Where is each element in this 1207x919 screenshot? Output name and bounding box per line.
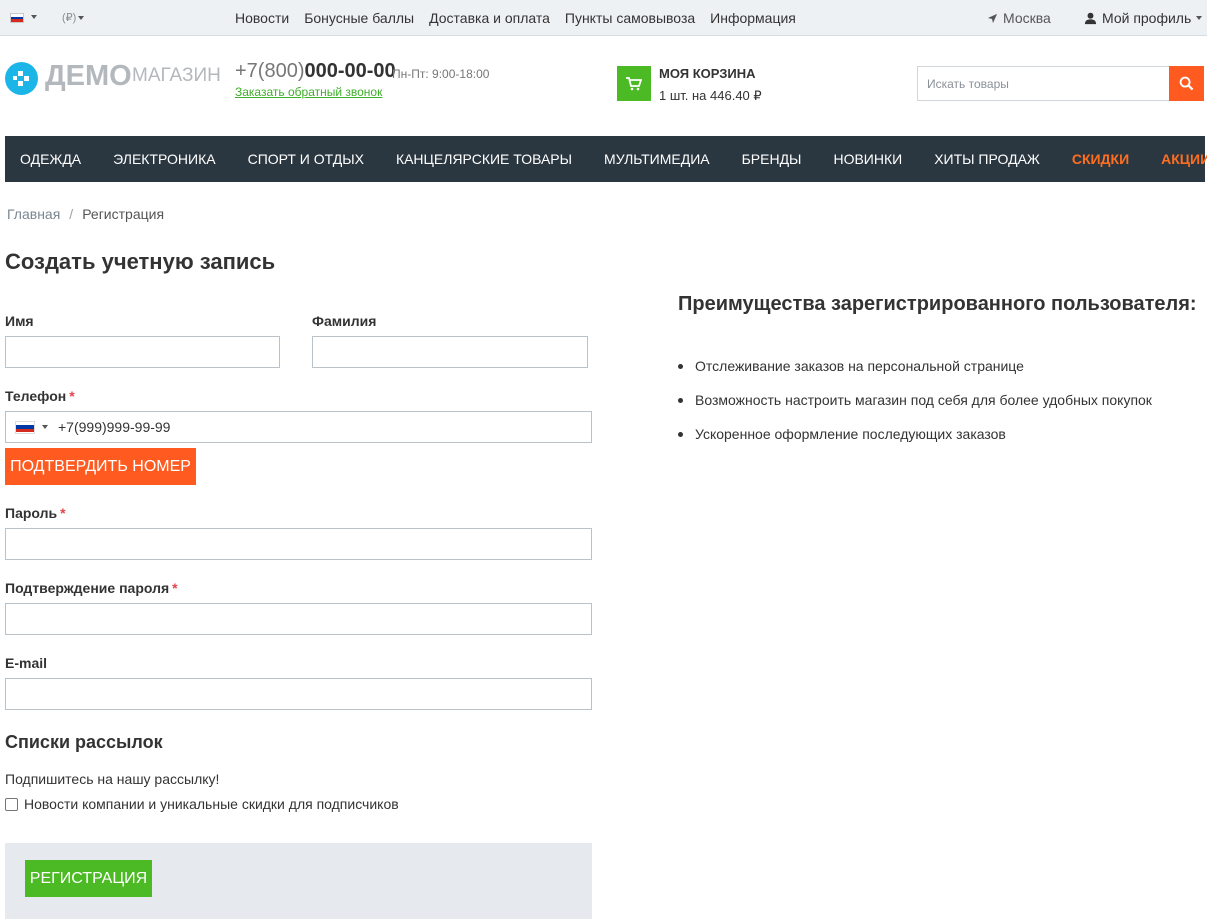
breadcrumb-separator: / — [69, 206, 74, 222]
currency-selector[interactable]: (₽) — [62, 11, 85, 24]
first-name-field[interactable] — [5, 336, 280, 368]
profile-label: Мой профиль — [1102, 10, 1192, 26]
password-label-text: Пароль — [5, 505, 58, 521]
nav-item-clothing[interactable]: ОДЕЖДА — [20, 151, 81, 167]
header-phone: +7(800)000-00-00 — [235, 60, 396, 83]
mailing-title: Списки рассылок — [5, 732, 163, 752]
password-confirm-field[interactable] — [5, 603, 592, 635]
currency-label: (₽) — [62, 12, 77, 24]
cart-title[interactable]: Моя корзина — [659, 66, 756, 81]
profile-menu[interactable]: Мой профиль — [1084, 10, 1203, 26]
password-confirm-label: Подтверждение пароля * — [5, 580, 178, 596]
submit-panel: Регистрация — [5, 843, 592, 919]
nav-item-multimedia[interactable]: МУЛЬТИМЕДИА — [604, 151, 710, 167]
nav-item-discounts[interactable]: СКИДКИ — [1072, 151, 1129, 167]
last-name-field[interactable] — [312, 336, 588, 368]
list-item: Отслеживание заказов на персональной стр… — [678, 358, 1152, 392]
callback-link[interactable]: Заказать обратный звонок — [235, 85, 382, 99]
phone-number: 000-00-00 — [304, 60, 396, 82]
search-icon — [1179, 76, 1194, 91]
logo-icon[interactable] — [5, 62, 38, 95]
top-bar: (₽) Новости Бонусные баллы Доставка и оп… — [0, 0, 1207, 36]
benefits-list: Отслеживание заказов на персональной стр… — [678, 358, 1152, 460]
password-field[interactable] — [5, 528, 592, 560]
list-item: Возможность настроить магазин под себя д… — [678, 392, 1152, 426]
top-link-bonus[interactable]: Бонусные баллы — [304, 10, 414, 26]
breadcrumb-home[interactable]: Главная — [7, 206, 60, 222]
first-name-label: Имя — [5, 313, 34, 329]
logo-text[interactable]: ДЕМО — [45, 60, 132, 93]
top-link-pickup[interactable]: Пункты самовывоза — [565, 10, 695, 26]
required-mark: * — [60, 505, 66, 521]
chevron-down-icon[interactable] — [42, 425, 48, 429]
city-selector[interactable]: Москва — [987, 10, 1051, 26]
password-confirm-label-text: Подтверждение пароля — [5, 580, 170, 596]
chevron-down-icon[interactable] — [31, 15, 37, 19]
logo-subtext: МАГАЗИН — [132, 65, 221, 86]
breadcrumb-current: Регистрация — [82, 206, 165, 222]
bullet-icon — [678, 364, 683, 369]
nav-item-bestsellers[interactable]: ХИТЫ ПРОДАЖ — [934, 151, 1040, 167]
benefit-text: Возможность настроить магазин под себя д… — [695, 392, 1152, 408]
phone-label-text: Телефон — [5, 388, 67, 404]
benefit-text: Ускоренное оформление последующих заказо… — [695, 426, 1006, 442]
list-item: Ускоренное оформление последующих заказо… — [678, 426, 1152, 460]
nav-item-stationery[interactable]: КАНЦЕЛЯРСКИЕ ТОВАРЫ — [396, 151, 572, 167]
newsletter-checkbox[interactable] — [5, 797, 18, 811]
breadcrumb: Главная / Регистрация — [7, 206, 164, 222]
top-link-delivery[interactable]: Доставка и оплата — [429, 10, 550, 26]
nav-item-sport[interactable]: СПОРТ И ОТДЫХ — [248, 151, 364, 167]
city-label: Москва — [1003, 10, 1051, 26]
nav-item-electronics[interactable]: ЭЛЕКТРОНИКА — [113, 151, 215, 167]
benefit-text: Отслеживание заказов на персональной стр… — [695, 358, 1024, 374]
search-button[interactable] — [1169, 66, 1204, 101]
search-input[interactable] — [917, 66, 1170, 101]
nav-item-brands[interactable]: БРЕНДЫ — [742, 151, 802, 167]
top-links: Новости Бонусные баллы Доставка и оплата… — [235, 10, 811, 26]
phone-prefix: +7(800) — [235, 60, 305, 82]
mailing-subtitle: Подпишитесь на нашу рассылку! — [5, 771, 220, 787]
top-link-news[interactable]: Новости — [235, 10, 289, 26]
phone-hours: Пн-Пт: 9:00-18:00 — [392, 67, 490, 81]
last-name-label: Фамилия — [312, 313, 377, 329]
password-label: Пароль * — [5, 505, 66, 521]
cart-summary: 1 шт. на 446.40 ₽ — [659, 88, 762, 103]
chevron-down-icon — [78, 16, 85, 21]
bullet-icon — [678, 432, 683, 437]
email-label: E-mail — [5, 655, 48, 671]
chevron-down-icon — [1196, 16, 1203, 20]
benefits-title: Преимущества зарегистрированного пользов… — [678, 293, 1197, 315]
shopping-cart-icon — [626, 76, 642, 90]
newsletter-checkbox-label[interactable]: Новости компании и уникальные скидки для… — [24, 796, 399, 812]
email-field[interactable] — [5, 678, 592, 710]
phone-input[interactable] — [58, 419, 558, 435]
confirm-phone-button[interactable]: Подтвердить номер — [5, 448, 196, 485]
phone-label: Телефон * — [5, 388, 75, 404]
page-title: Создать учетную запись — [5, 249, 276, 274]
russia-flag-icon[interactable] — [10, 13, 24, 23]
location-arrow-icon — [987, 13, 998, 23]
main-nav: ОДЕЖДА ЭЛЕКТРОНИКА СПОРТ И ОТДЫХ КАНЦЕЛЯ… — [5, 136, 1207, 182]
user-icon — [1084, 12, 1097, 24]
nav-item-new[interactable]: НОВИНКИ — [833, 151, 902, 167]
nav-item-promotions[interactable]: АКЦИИ — [1161, 151, 1207, 167]
register-button[interactable]: Регистрация — [25, 860, 152, 897]
newsletter-checkbox-row[interactable]: Новости компании и уникальные скидки для… — [5, 796, 399, 812]
required-mark: * — [69, 388, 75, 404]
russia-flag-icon[interactable] — [15, 420, 35, 434]
top-link-info[interactable]: Информация — [710, 10, 796, 26]
phone-field[interactable] — [5, 411, 592, 443]
required-mark: * — [172, 580, 178, 596]
bullet-icon — [678, 398, 683, 403]
cart-button[interactable] — [617, 66, 651, 101]
